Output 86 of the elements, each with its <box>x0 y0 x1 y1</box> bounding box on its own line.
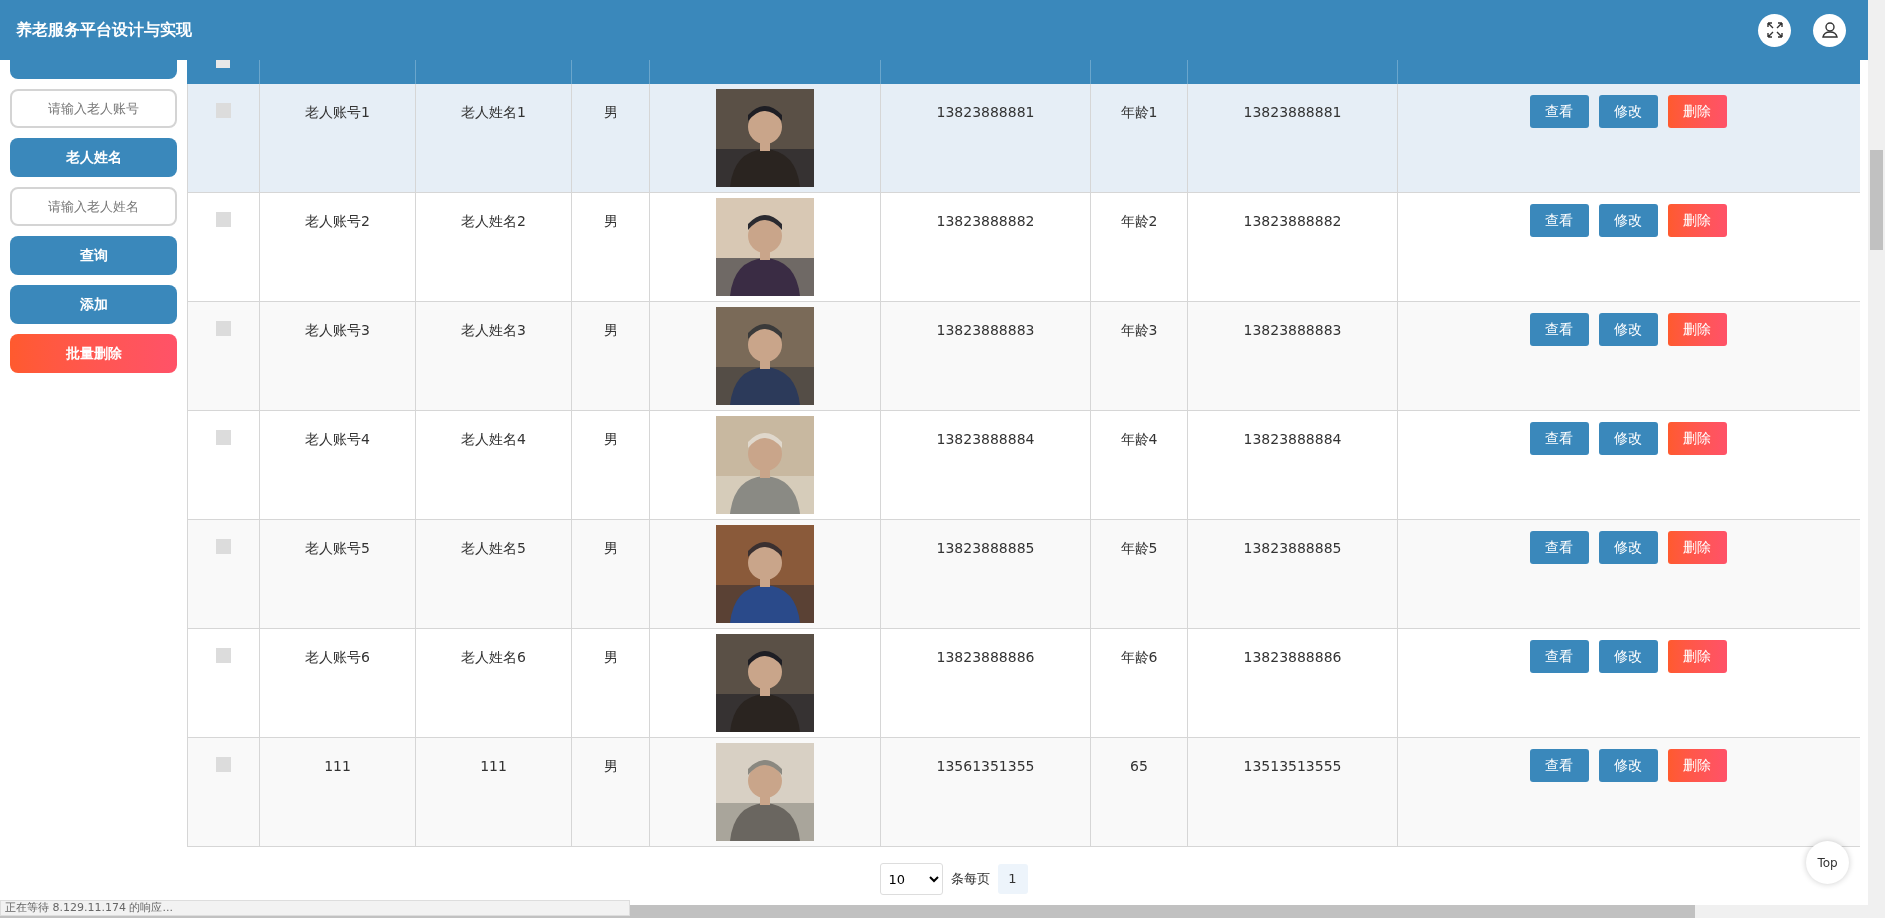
table-cell: 13823888883 <box>881 302 1091 410</box>
checkbox[interactable] <box>216 757 231 772</box>
action-button[interactable]: 查看 <box>1529 422 1589 455</box>
delete-button[interactable]: 删除 <box>1667 95 1727 128</box>
table-cell: 男 <box>572 738 650 846</box>
table-cell: 13823888886 <box>881 629 1091 737</box>
table-cell: 13823888883 <box>1188 302 1398 410</box>
table-cell: 13823888885 <box>1188 520 1398 628</box>
table-cell: 年龄4 <box>1091 411 1188 519</box>
action-button[interactable]: 修改 <box>1598 313 1658 346</box>
delete-button[interactable]: 删除 <box>1667 204 1727 237</box>
page-size-select[interactable]: 10 <box>879 863 943 895</box>
table-cell: 男 <box>572 520 650 628</box>
table-cell: 111 <box>416 738 572 846</box>
checkbox[interactable] <box>216 321 231 336</box>
table-cell: 65 <box>1091 738 1188 846</box>
app-title: 养老服务平台设计与实现 <box>16 19 192 41</box>
table-cell: 13561351355 <box>881 738 1091 846</box>
action-button[interactable]: 查看 <box>1529 95 1589 128</box>
table-cell: 老人账号2 <box>260 193 416 301</box>
table-cell: 老人姓名1 <box>416 84 572 192</box>
vertical-scrollbar[interactable] <box>1868 0 1885 918</box>
action-button[interactable]: 查看 <box>1529 531 1589 564</box>
table-cell: 年龄1 <box>1091 84 1188 192</box>
table-cell: 年龄3 <box>1091 302 1188 410</box>
delete-button[interactable]: 删除 <box>1667 749 1727 782</box>
table-cell: 13823888881 <box>881 84 1091 192</box>
action-button[interactable]: 修改 <box>1598 640 1658 673</box>
checkbox[interactable] <box>216 648 231 663</box>
table-cell: 13823888882 <box>1188 193 1398 301</box>
per-page-label: 条每页 <box>950 870 990 889</box>
action-button[interactable]: 添加 <box>10 285 177 324</box>
table-cell: 年龄2 <box>1091 193 1188 301</box>
table-cell: 老人姓名6 <box>416 629 572 737</box>
table-cell: 老人账号4 <box>260 411 416 519</box>
input-field[interactable]: 请输入老人姓名 <box>10 187 177 226</box>
table-cell: 13823888882 <box>881 193 1091 301</box>
table-cell: 13823888884 <box>881 411 1091 519</box>
table-cell: 男 <box>572 302 650 410</box>
action-button[interactable]: 查看 <box>1529 313 1589 346</box>
checkbox[interactable] <box>216 212 231 227</box>
table-cell: 男 <box>572 629 650 737</box>
checkbox[interactable] <box>216 430 231 445</box>
table-cell: 老人姓名4 <box>416 411 572 519</box>
action-button[interactable]: 修改 <box>1598 749 1658 782</box>
user-icon[interactable] <box>1813 13 1846 47</box>
action-button[interactable]: 修改 <box>1598 95 1658 128</box>
input-field[interactable]: 请输入老人账号 <box>10 89 177 128</box>
field-label: 老人姓名 <box>10 138 177 177</box>
table-cell: 13823888885 <box>881 520 1091 628</box>
delete-button[interactable]: 删除 <box>1667 422 1727 455</box>
batch-delete-button[interactable]: 批量删除 <box>10 334 177 373</box>
table-cell: 老人账号6 <box>260 629 416 737</box>
table-cell: 111 <box>260 738 416 846</box>
action-button[interactable]: 修改 <box>1598 204 1658 237</box>
action-button[interactable]: 查看 <box>1529 204 1589 237</box>
action-button[interactable]: 查看 <box>1529 749 1589 782</box>
table-cell: 13823888886 <box>1188 629 1398 737</box>
checkbox[interactable] <box>216 539 231 554</box>
table-cell: 老人账号1 <box>260 84 416 192</box>
table-cell: 老人姓名3 <box>416 302 572 410</box>
status-tooltip: 正在等待 8.129.11.174 的响应... <box>0 900 630 916</box>
table-cell: 老人姓名2 <box>416 193 572 301</box>
table-cell: 老人账号3 <box>260 302 416 410</box>
table-cell: 13513513555 <box>1188 738 1398 846</box>
action-button[interactable]: 查询 <box>10 236 177 275</box>
checkbox[interactable] <box>216 103 231 118</box>
delete-button[interactable]: 删除 <box>1667 531 1727 564</box>
table-cell: 13823888884 <box>1188 411 1398 519</box>
fullscreen-icon[interactable] <box>1758 13 1791 47</box>
table-cell: 年龄6 <box>1091 629 1188 737</box>
table-cell: 男 <box>572 84 650 192</box>
delete-button[interactable]: 删除 <box>1667 313 1727 346</box>
checkbox[interactable] <box>216 60 230 68</box>
table-cell: 老人账号5 <box>260 520 416 628</box>
table-cell: 老人姓名5 <box>416 520 572 628</box>
action-button[interactable]: 修改 <box>1598 422 1658 455</box>
table-cell: 13823888881 <box>1188 84 1398 192</box>
back-to-top-button[interactable]: Top <box>1806 841 1849 884</box>
table-cell: 年龄5 <box>1091 520 1188 628</box>
delete-button[interactable]: 删除 <box>1667 640 1727 673</box>
table-cell: 男 <box>572 193 650 301</box>
action-button[interactable]: 修改 <box>1598 531 1658 564</box>
page-button[interactable]: 1 <box>997 864 1028 894</box>
action-button[interactable]: 查看 <box>1529 640 1589 673</box>
table-cell: 男 <box>572 411 650 519</box>
